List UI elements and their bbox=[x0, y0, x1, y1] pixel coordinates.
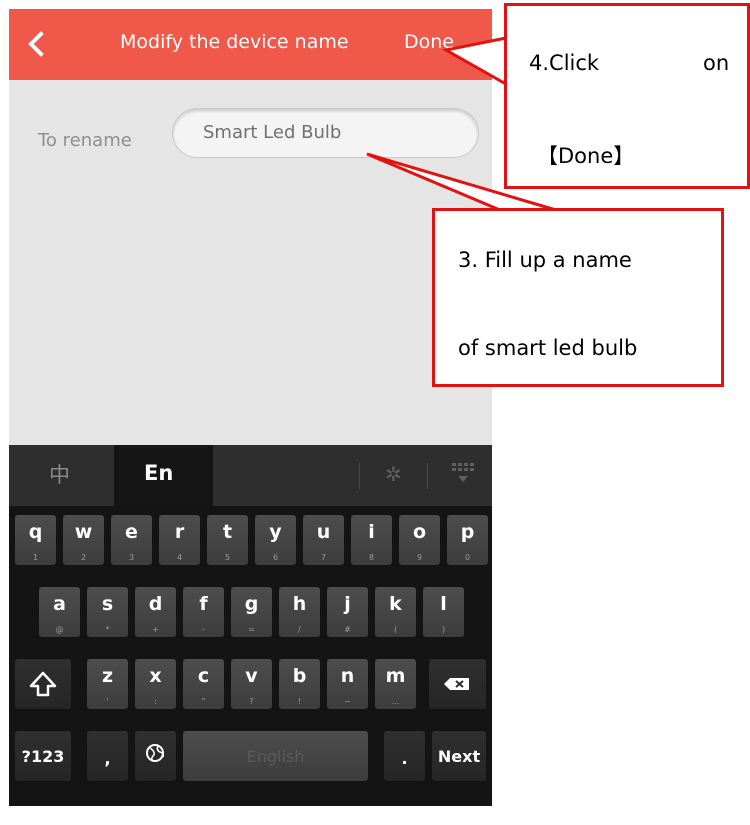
key-k[interactable]: k( bbox=[375, 587, 416, 637]
key-a[interactable]: a @ bbox=[39, 587, 80, 637]
key-h[interactable]: h / bbox=[279, 587, 320, 637]
key-x[interactable]: x: bbox=[135, 659, 176, 709]
key-v[interactable]: v? bbox=[231, 659, 272, 709]
done-step-text-line2: 【Done】 bbox=[537, 144, 635, 168]
done-button[interactable]: Done bbox=[404, 31, 454, 53]
key-t[interactable]: t5 bbox=[207, 515, 248, 565]
comma-key[interactable]: , bbox=[87, 731, 128, 781]
key-i[interactable]: i8 bbox=[351, 515, 392, 565]
back-arrow-icon[interactable] bbox=[22, 29, 52, 59]
key-e[interactable]: e3 bbox=[111, 515, 152, 565]
page-title: Modify the device name bbox=[120, 31, 349, 53]
symbols-key[interactable]: ?123 bbox=[15, 731, 71, 781]
device-name-input[interactable]: Smart Led Bulb bbox=[172, 108, 479, 158]
key-y[interactable]: y6 bbox=[255, 515, 296, 565]
shift-key[interactable] bbox=[15, 659, 71, 709]
backspace-icon bbox=[444, 678, 469, 690]
name-step-text-line2: of smart led bulb bbox=[458, 336, 638, 360]
next-key[interactable]: Next bbox=[432, 731, 486, 781]
key-q[interactable]: q1 bbox=[15, 515, 56, 565]
globe-icon bbox=[146, 744, 164, 762]
backspace-key[interactable] bbox=[429, 659, 486, 709]
shift-icon bbox=[29, 671, 57, 697]
toolbar-divider bbox=[427, 463, 428, 489]
rename-label: To rename bbox=[38, 130, 132, 151]
key-w[interactable]: w2 bbox=[63, 515, 104, 565]
name-step-text-line1: 3. Fill up a name bbox=[458, 248, 632, 272]
key-p[interactable]: p0 bbox=[447, 515, 488, 565]
device-name-value: Smart Led Bulb bbox=[203, 122, 342, 143]
phone-screen: Modify the device name Done To rename Sm… bbox=[9, 9, 492, 806]
key-c[interactable]: c " bbox=[183, 659, 224, 709]
name-step-callout: 3. Fill up a name of smart led bulb bbox=[432, 208, 724, 387]
key-u[interactable]: u7 bbox=[303, 515, 344, 565]
space-bar[interactable]: English bbox=[183, 731, 368, 781]
key-z[interactable]: z ' bbox=[87, 659, 128, 709]
keyboard-toolbar: 中 En ✲ bbox=[9, 445, 492, 506]
key-m[interactable]: m... bbox=[375, 659, 416, 709]
language-globe-key[interactable] bbox=[135, 731, 176, 781]
chinese-input-tab[interactable]: 中 bbox=[49, 459, 70, 489]
key-l[interactable]: l) bbox=[423, 587, 464, 637]
header-bar: Modify the device name Done bbox=[9, 9, 492, 80]
english-input-tab[interactable]: En bbox=[114, 445, 213, 506]
keyboard-settings-icon[interactable]: ✲ bbox=[385, 462, 402, 486]
key-o[interactable]: o9 bbox=[399, 515, 440, 565]
hide-keyboard-icon[interactable] bbox=[451, 462, 475, 484]
done-step-callout: 4.Click on 【Done】 bbox=[504, 3, 750, 189]
key-f[interactable]: f- bbox=[183, 587, 224, 637]
key-r[interactable]: r4 bbox=[159, 515, 200, 565]
key-j[interactable]: j # bbox=[327, 587, 368, 637]
key-d[interactable]: d + bbox=[135, 587, 176, 637]
key-g[interactable]: g = bbox=[231, 587, 272, 637]
toolbar-divider bbox=[359, 463, 360, 489]
done-step-text-line1: 4.Click bbox=[529, 51, 600, 75]
done-step-text-line1b: on bbox=[703, 51, 730, 75]
soft-keyboard: q1 w2 e3 r4 t5 y6 u7 i8 o9 p0 a @ s * d + f… bbox=[9, 506, 492, 806]
key-n[interactable]: n ~ bbox=[327, 659, 368, 709]
english-input-label: En bbox=[144, 461, 174, 485]
key-b[interactable]: b! bbox=[279, 659, 320, 709]
key-s[interactable]: s * bbox=[87, 587, 128, 637]
period-key[interactable]: . bbox=[384, 731, 425, 781]
